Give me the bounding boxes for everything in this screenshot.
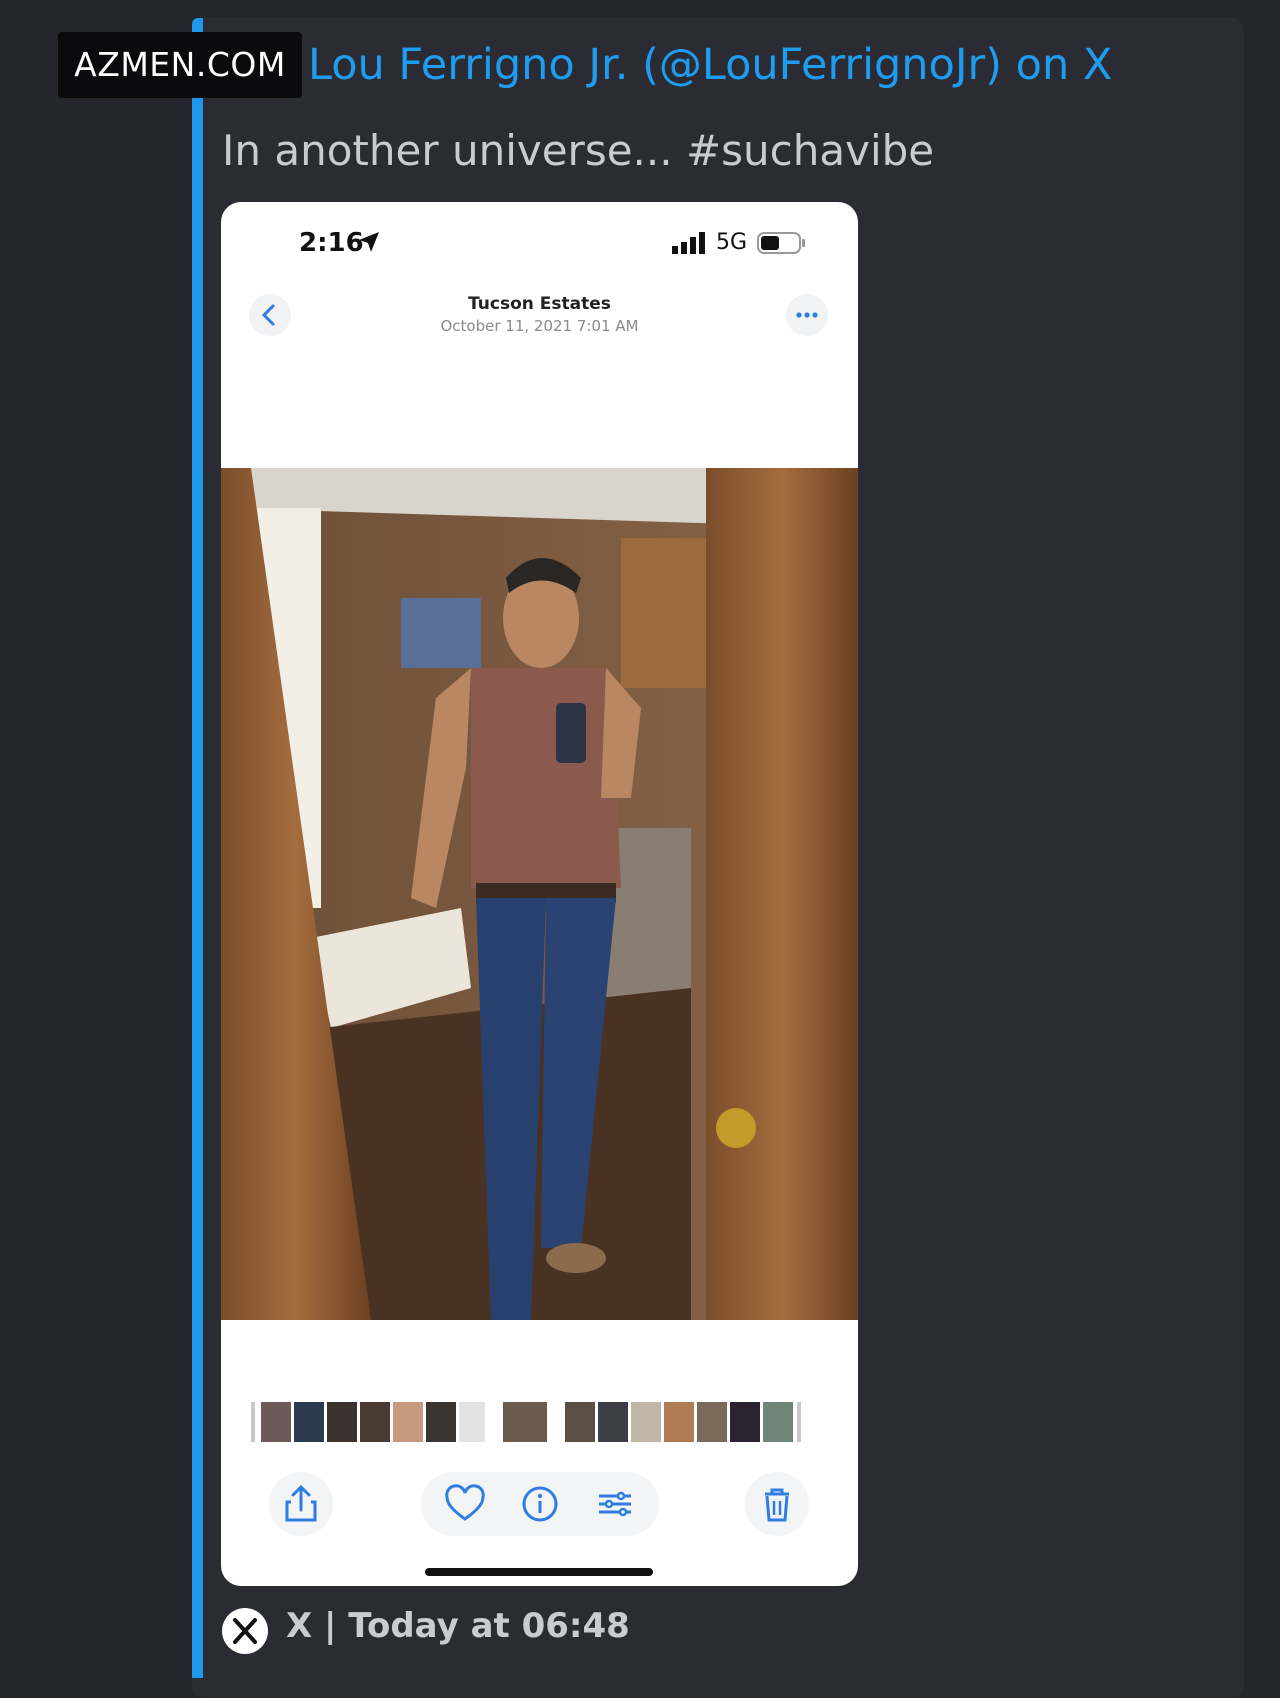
share-icon bbox=[285, 1484, 317, 1522]
adjust-icon[interactable] bbox=[583, 1472, 647, 1536]
ellipsis-icon bbox=[796, 312, 818, 318]
photo-location-title: Tucson Estates bbox=[468, 294, 611, 314]
embed-footer: X | Today at 06:48 bbox=[286, 1606, 630, 1646]
photo-date: October 11, 2021 7:01 AM bbox=[440, 317, 639, 335]
battery-icon bbox=[757, 232, 805, 254]
location-arrow-icon bbox=[359, 232, 379, 252]
signal-bars-icon bbox=[672, 232, 705, 254]
embed-accent-bar bbox=[192, 18, 203, 1678]
heart-icon[interactable] bbox=[433, 1472, 497, 1536]
delete-button[interactable] bbox=[745, 1472, 809, 1536]
phone-screenshot[interactable]: 2:16 5G Tucson Estates October 11, 2021 … bbox=[221, 202, 858, 1586]
photo-action-group bbox=[421, 1472, 659, 1536]
status-time: 2:16 bbox=[299, 228, 364, 258]
thumbnail-strip[interactable] bbox=[251, 1400, 831, 1444]
embed-title-link[interactable]: Lou Ferrigno Jr. (@LouFerrignoJr) on X bbox=[308, 40, 1112, 90]
embed-description: In another universe... #suchavibe bbox=[222, 126, 935, 175]
watermark: AZMEN.COM bbox=[58, 32, 302, 98]
home-indicator bbox=[425, 1568, 653, 1576]
network-label: 5G bbox=[716, 230, 748, 255]
info-icon[interactable] bbox=[508, 1472, 572, 1536]
trash-icon bbox=[765, 1488, 789, 1522]
share-button[interactable] bbox=[269, 1472, 333, 1536]
main-photo[interactable] bbox=[221, 468, 858, 1320]
more-button[interactable] bbox=[786, 294, 828, 336]
x-logo-icon bbox=[222, 1608, 268, 1654]
